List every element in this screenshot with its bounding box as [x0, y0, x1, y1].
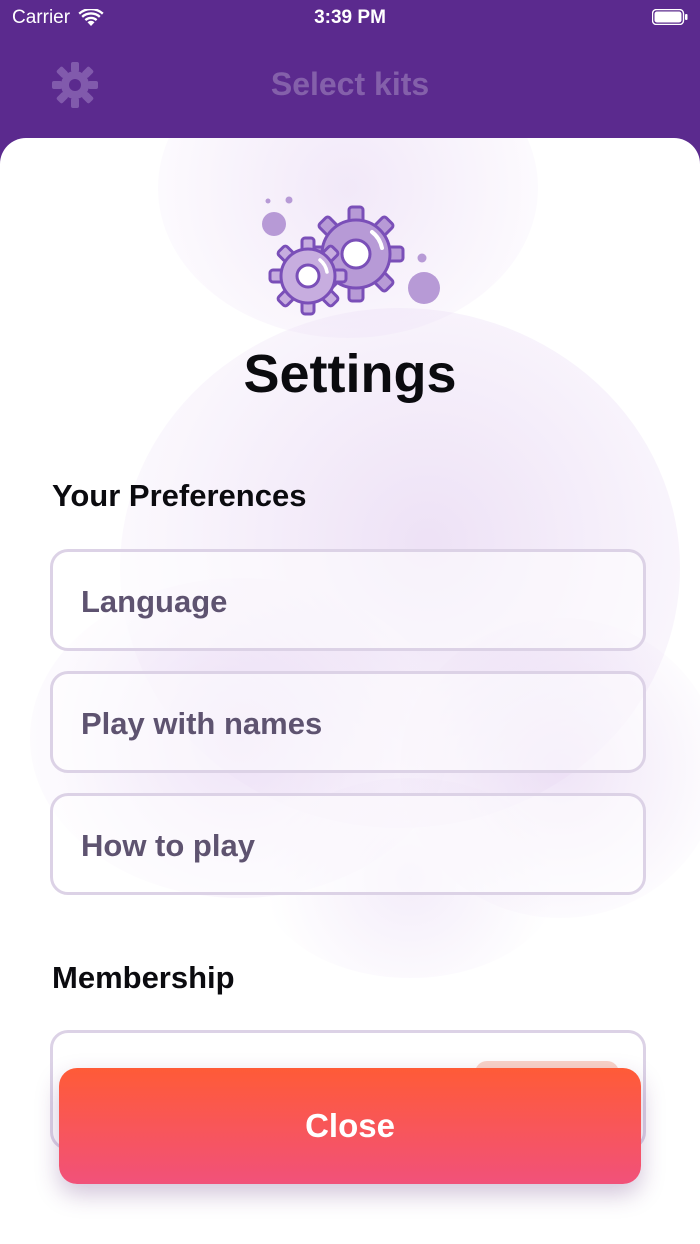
how-to-play-label: How to play: [81, 828, 255, 863]
language-button[interactable]: Language: [50, 549, 646, 651]
status-bar: Carrier 3:39 PM: [0, 0, 700, 36]
play-with-names-button[interactable]: Play with names: [50, 671, 646, 773]
status-time: 3:39 PM: [314, 7, 386, 28]
settings-sheet: Settings Your Preferences Language Play …: [0, 138, 700, 1244]
battery-icon: [652, 9, 688, 25]
play-with-names-label: Play with names: [81, 706, 323, 741]
language-label: Language: [81, 584, 228, 619]
settings-title: Settings: [243, 344, 457, 404]
top-area: Carrier 3:39 PM Select kits: [0, 0, 700, 150]
membership-heading: Membership: [52, 960, 235, 995]
close-button[interactable]: Close: [59, 1068, 641, 1184]
how-to-play-button[interactable]: How to play: [50, 793, 646, 895]
gears-icon: [262, 196, 440, 316]
nav-bar: Select kits: [0, 50, 700, 120]
preferences-heading: Your Preferences: [52, 478, 307, 513]
nav-title: Select kits: [270, 66, 430, 102]
